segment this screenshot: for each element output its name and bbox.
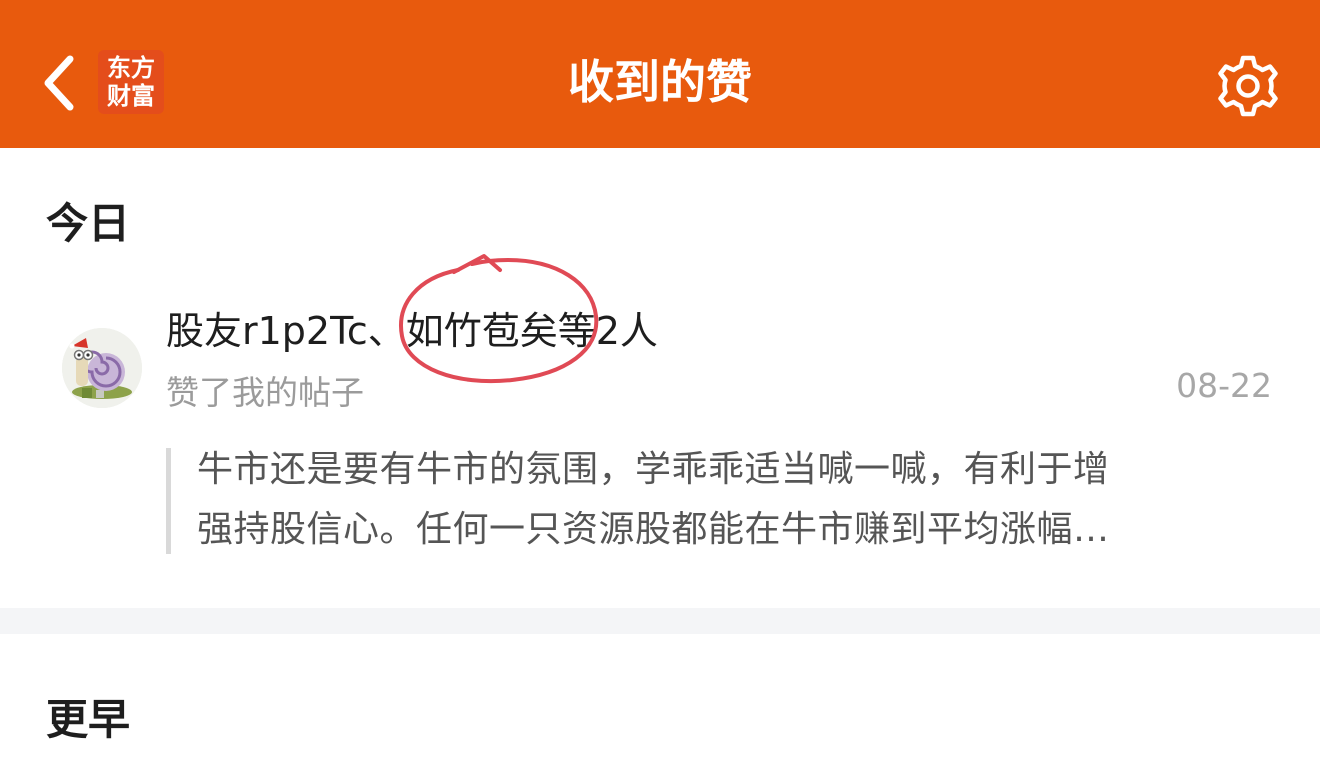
page-title: 收到的赞	[568, 55, 752, 109]
section-title-today: 今日	[46, 199, 131, 248]
section-divider	[0, 608, 1320, 634]
snail-avatar-icon	[62, 328, 142, 408]
notification-action: 赞了我的帖子	[166, 373, 364, 412]
avatar[interactable]	[62, 328, 142, 408]
gear-icon	[1218, 55, 1278, 117]
settings-button[interactable]	[1212, 50, 1284, 122]
liked-by-users[interactable]: 股友r1p2Tc、如竹苞矣等2人	[166, 300, 658, 355]
post-excerpt-line-2: 强持股信心。任何一只资源股都能在牛市赚到平均涨幅…	[197, 509, 1110, 550]
app-header: 东方 财富 收到的赞	[0, 0, 1320, 148]
post-excerpt[interactable]: 牛市还是要有牛市的氛围，学乖乖适当喊一喊，有利于增 强持股信心。任何一只资源股都…	[166, 448, 1276, 554]
notification-date: 08-22	[1176, 366, 1272, 405]
section-title-earlier: 更早	[46, 695, 131, 744]
like-notification[interactable]: 股友r1p2Tc、如竹苞矣等2人 赞了我的帖子 08-22 牛市还是要有牛市的氛…	[0, 270, 1320, 600]
post-excerpt-line-1: 牛市还是要有牛市的氛围，学乖乖适当喊一喊，有利于增	[197, 449, 1110, 490]
